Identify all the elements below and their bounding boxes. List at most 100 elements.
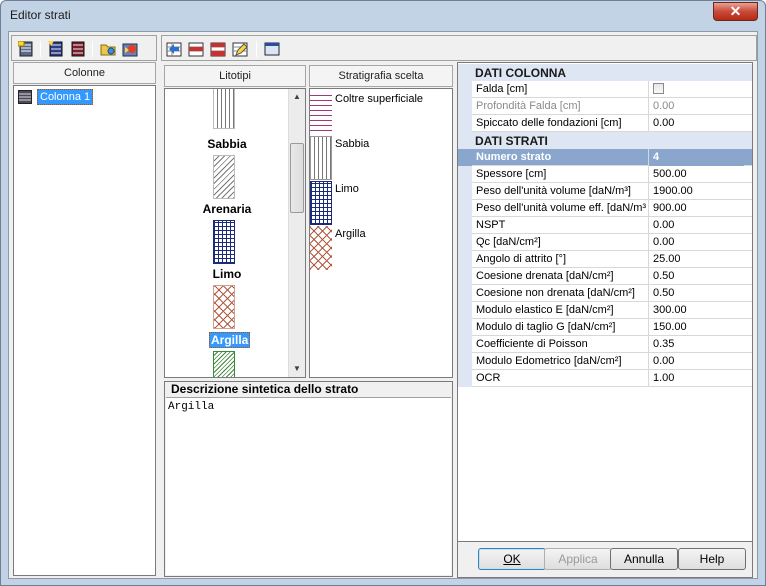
litotipo-label[interactable]: Sabbia [167,137,287,151]
property-value[interactable] [653,83,748,97]
property-value[interactable]: 0.00 [653,355,748,367]
delete-layer-icon[interactable] [70,41,86,57]
property-value[interactable]: 0.00 [653,219,748,231]
argilla-swatch[interactable] [213,285,235,329]
property-value[interactable]: 0.35 [653,338,748,350]
column-divider [648,234,649,251]
property-value[interactable]: 1.00 [653,372,748,384]
property-value[interactable]: 300.00 [653,304,748,316]
property-value[interactable]: 0.00 [653,117,748,129]
property-row[interactable]: Spessore [cm] 500.00 [458,166,752,183]
row-gutter [458,200,472,217]
strato-label[interactable]: Argilla [335,228,366,240]
applica-button[interactable]: Applica [544,548,612,570]
property-value[interactable]: 0.00 [653,236,748,248]
row-gutter [458,251,472,268]
sabbia-swatch[interactable] [213,89,235,129]
property-value[interactable]: 0.00 [653,100,748,112]
row-gutter [458,319,472,336]
property-row[interactable]: Profondità Falda [cm] 0.00 [458,98,752,115]
property-value[interactable]: 4 [649,149,744,166]
property-row[interactable]: Peso dell'unità volume eff. [daN/m³] 900.… [458,200,752,217]
coltre-swatch[interactable] [310,91,332,135]
property-row[interactable]: Qc [daN/cm²] 0.00 [458,234,752,251]
window-icon[interactable] [264,41,280,57]
import-icon[interactable] [122,41,138,57]
colonna-item[interactable]: Colonna 1 [37,89,94,105]
argilla-label-selected[interactable]: Argilla [209,332,251,348]
window-title: Editor strati [10,8,71,22]
close-button[interactable]: ✕ [713,2,758,21]
property-value[interactable]: 900.00 [653,202,748,214]
row-gutter [458,285,472,302]
property-row[interactable]: Peso dell'unità volume [daN/m³] 1900.00 [458,183,752,200]
colonne-list: Colonna 1 [13,85,156,576]
property-value[interactable]: 500.00 [653,168,748,180]
property-grid: DATI COLONNA Falda [cm] Profondità Falda … [457,62,753,542]
property-row[interactable]: Coesione drenata [daN/cm²] 0.50 [458,268,752,285]
open-folder-icon[interactable] [100,41,116,57]
property-row[interactable]: Modulo Edometrico [daN/cm²] 0.00 [458,353,752,370]
grid-add-icon[interactable] [166,41,182,57]
litotipi-list: Sabbia Arenaria Limo Argilla ▲ ▼ [164,88,306,378]
help-button[interactable]: Help [678,548,746,570]
ok-button[interactable]: OK [478,548,546,570]
litotipo-label[interactable]: Limo [167,267,287,281]
scroll-thumb[interactable] [290,143,304,213]
strato-label[interactable]: Limo [335,183,359,195]
grid-remove-icon[interactable] [188,41,204,57]
property-row[interactable]: Falda [cm] [458,81,752,98]
property-key: Modulo Edometrico [daN/cm²] [476,355,622,367]
row-gutter [458,81,472,98]
property-key: OCR [476,372,501,384]
arenaria-swatch[interactable] [213,155,235,199]
property-row[interactable]: Modulo elastico E [daN/cm²] 300.00 [458,302,752,319]
column-divider [648,251,649,268]
property-row[interactable]: Numero strato 4 [458,149,752,166]
limo-swatch[interactable] [213,220,235,264]
property-value[interactable]: 0.50 [653,287,748,299]
property-value[interactable]: 0.50 [653,270,748,282]
row-gutter [458,166,472,183]
column-divider [648,285,649,302]
litotipi-scrollbar[interactable]: ▲ ▼ [288,89,305,377]
property-value[interactable]: 25.00 [653,253,748,265]
scroll-down-icon[interactable]: ▼ [289,361,305,377]
green-swatch[interactable] [213,351,235,377]
property-key: Peso dell'unità volume eff. [daN/m³] [476,202,646,214]
property-key: Spessore [cm] [476,168,547,180]
property-row[interactable]: Modulo di taglio G [daN/cm²] 150.00 [458,319,752,336]
column-divider [648,302,649,319]
toolbar-separator [256,41,257,57]
property-value[interactable]: 150.00 [653,321,748,333]
applica-label: Applica [558,552,598,566]
property-row[interactable]: NSPT 0.00 [458,217,752,234]
property-key: Coesione non drenata [daN/cm²] [476,287,635,299]
sabbia-swatch[interactable] [310,136,332,180]
column-icon [18,90,32,104]
property-row[interactable]: OCR 1.00 [458,370,752,387]
category-label: DATI STRATI [475,134,548,148]
limo-swatch[interactable] [310,181,332,225]
add-layer-icon[interactable] [48,41,64,57]
falda-checkbox[interactable] [653,83,664,94]
title-bar: Editor strati ✕ [1,1,765,29]
property-value[interactable]: 1900.00 [653,185,748,197]
strato-label[interactable]: Coltre superficiale [335,93,423,105]
descrizione-textarea[interactable]: Argilla [166,397,451,575]
property-row[interactable]: Spiccato delle fondazioni [cm] 0.00 [458,115,752,132]
row-gutter [458,115,472,132]
scroll-up-icon[interactable]: ▲ [289,89,305,105]
argilla-swatch[interactable] [310,226,332,270]
client-area: Colonne Colonna 1 Litotipi Sabbia Arenar… [8,31,758,579]
litotipo-label[interactable]: Arenaria [167,202,287,216]
grid-edit-icon[interactable] [232,41,248,57]
new-column-icon[interactable] [17,40,34,57]
property-row[interactable]: Coefficiente di Poisson 0.35 [458,336,752,353]
grid-swap-icon[interactable] [210,41,226,57]
property-row[interactable]: Coesione non drenata [daN/cm²] 0.50 [458,285,752,302]
annulla-button[interactable]: Annulla [610,548,678,570]
strato-label[interactable]: Sabbia [335,138,369,150]
property-row[interactable]: Angolo di attrito [°] 25.00 [458,251,752,268]
ok-label: OK [503,552,521,566]
